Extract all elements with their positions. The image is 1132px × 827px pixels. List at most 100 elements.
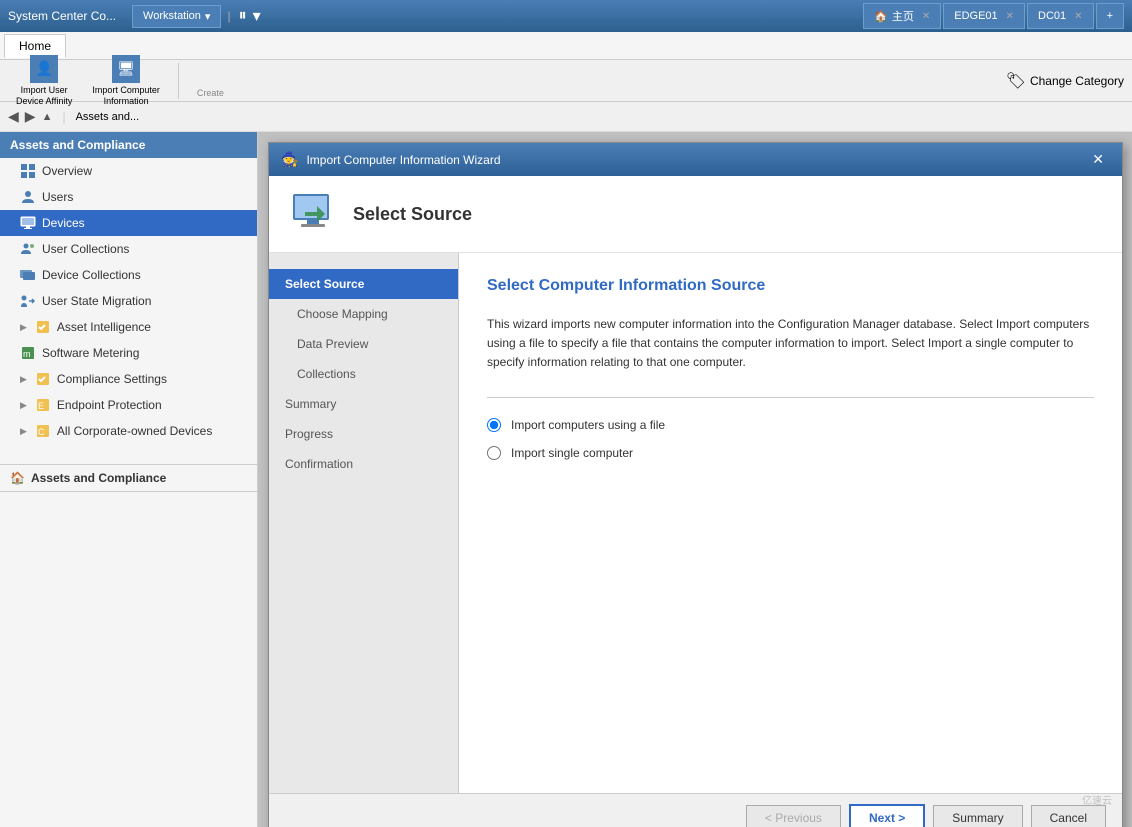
tab-dc01-label: DC01 (1038, 10, 1066, 22)
tab-dc01-close[interactable]: ✕ (1074, 11, 1082, 22)
svg-text:E: E (38, 401, 44, 411)
tab-home-label: 主页 (892, 8, 914, 24)
wizard-nav-select-source[interactable]: Select Source (269, 269, 458, 299)
radio-import-single[interactable]: Import single computer (487, 446, 1094, 460)
wizard-nav-collections[interactable]: Collections (269, 359, 458, 389)
sidebar-item-software-metering[interactable]: m Software Metering (0, 340, 257, 366)
import-computer-btn[interactable]: 🖥 Import ComputerInformation (84, 51, 168, 111)
svg-text:C: C (38, 427, 45, 437)
radio-import-single-label: Import single computer (511, 446, 633, 460)
dialog-body: Select Source Choose Mapping Data Previe… (269, 253, 1122, 793)
import-computer-icon: 🖥 (112, 55, 140, 83)
summary-btn-label: Summary (952, 811, 1003, 825)
sidebar-item-user-state-migration[interactable]: User State Migration (0, 288, 257, 314)
summary-btn[interactable]: Summary (933, 805, 1022, 827)
up-btn[interactable]: ▲ (42, 111, 53, 123)
sidebar-item-compliance-settings-label: Compliance Settings (57, 372, 167, 386)
sidebar-item-device-collections[interactable]: Device Collections (0, 262, 257, 288)
wizard-description: This wizard imports new computer informa… (487, 315, 1094, 373)
cancel-btn[interactable]: Cancel (1031, 805, 1106, 827)
assets-compliance-icon: 🏠 (10, 471, 25, 485)
sidebar-item-software-metering-label: Software Metering (42, 346, 139, 360)
sidebar-item-devices-label: Devices (42, 216, 85, 230)
wizard-nav-summary[interactable]: Summary (269, 389, 458, 419)
radio-import-file-label: Import computers using a file (511, 418, 665, 432)
tab-new[interactable]: + (1096, 3, 1124, 29)
dialog-close-btn[interactable]: ✕ (1086, 149, 1110, 170)
tab-edge01[interactable]: EDGE01 ✕ (943, 3, 1025, 29)
pause-icon[interactable]: ⏸ (239, 7, 247, 25)
dialog-header: Select Source (269, 176, 1122, 253)
expand-icon-compliance: ▶ (20, 374, 27, 385)
wizard-nav-confirmation-label: Confirmation (285, 457, 353, 471)
tab-home[interactable]: 🏠 主页 ✕ (863, 3, 941, 29)
wizard-nav-confirmation[interactable]: Confirmation (269, 449, 458, 479)
tab-dc01[interactable]: DC01 ✕ (1027, 3, 1094, 29)
import-user-icon: 👤 (30, 55, 58, 83)
previous-btn[interactable]: < Previous (746, 805, 841, 827)
next-btn[interactable]: Next > (849, 804, 925, 827)
wizard-nav-summary-label: Summary (285, 397, 336, 411)
sidebar-item-devices[interactable]: Devices (0, 210, 257, 236)
sidebar-item-all-corporate-devices[interactable]: ▶ C All Corporate-owned Devices (0, 418, 257, 444)
software-icon: m (20, 345, 36, 361)
compliance-icon (35, 371, 51, 387)
tab-home-close[interactable]: ✕ (922, 11, 930, 22)
sidebar-item-endpoint-protection[interactable]: ▶ E Endpoint Protection (0, 392, 257, 418)
sidebar-item-asset-intelligence[interactable]: ▶ Asset Intelligence (0, 314, 257, 340)
content-area: 🧙 Import Computer Information Wizard ✕ (258, 132, 1132, 827)
wizard-nav-data-preview[interactable]: Data Preview (269, 329, 458, 359)
main-layout: Assets and Compliance Overview Users Dev… (0, 132, 1132, 827)
forward-btn[interactable]: ▶ (25, 108, 36, 125)
radio-import-file[interactable]: Import computers using a file (487, 418, 1094, 432)
change-category-btn[interactable]: 🏷 Change Category (1006, 71, 1124, 91)
wizard-nav-choose-mapping[interactable]: Choose Mapping (269, 299, 458, 329)
sidebar-bottom-assets-compliance[interactable]: 🏠 Assets and Compliance (0, 465, 257, 492)
sidebar-item-user-state-migration-label: User State Migration (42, 294, 151, 308)
sidebar-item-user-collections[interactable]: User Collections (0, 236, 257, 262)
radio-import-single-input[interactable] (487, 446, 501, 460)
sidebar-header-label: Assets and Compliance (10, 138, 145, 152)
sidebar-item-asset-intelligence-label: Asset Intelligence (57, 320, 151, 334)
wizard-content-title: Select Computer Information Source (487, 277, 1094, 295)
import-computer-label: Import ComputerInformation (92, 85, 160, 107)
next-btn-label: Next > (869, 811, 905, 825)
radio-import-file-input[interactable] (487, 418, 501, 432)
ribbon-toolbar: 👤 Import UserDevice Affinity 🖥 Import Co… (0, 60, 1132, 102)
workstation-dropdown[interactable]: Workstation ▾ (132, 5, 221, 28)
home-tab-bar: Home (0, 32, 1132, 60)
dialog-title-label: Import Computer Information Wizard (306, 153, 500, 167)
wizard-nav-data-preview-label: Data Preview (297, 337, 368, 351)
sidebar-bottom-assets-compliance-label: Assets and Compliance (31, 471, 166, 485)
sidebar-item-users[interactable]: Users (0, 184, 257, 210)
wizard-divider (487, 397, 1094, 398)
dialog-overlay: 🧙 Import Computer Information Wizard ✕ (258, 132, 1132, 827)
sidebar-item-overview[interactable]: Overview (0, 158, 257, 184)
browser-tabs: 🏠 主页 ✕ EDGE01 ✕ DC01 ✕ + (863, 3, 1124, 29)
dialog-footer: < Previous Next > Summary Cancel (269, 793, 1122, 827)
cancel-btn-label: Cancel (1050, 811, 1087, 825)
nav-bar: ◀ ▶ ▲ | Assets and... (0, 102, 1132, 132)
wizard-nav-select-source-label: Select Source (285, 277, 364, 291)
create-section: Create (189, 60, 232, 102)
asset-icon (35, 319, 51, 335)
sidebar-item-users-label: Users (42, 190, 73, 204)
user-icon (20, 189, 36, 205)
create-label: Create (197, 88, 224, 98)
user-collections-icon (20, 241, 36, 257)
import-user-btn[interactable]: 👤 Import UserDevice Affinity (8, 51, 80, 111)
wizard-nav-progress[interactable]: Progress (269, 419, 458, 449)
chevron-icon[interactable]: ▾ (253, 6, 261, 26)
title-tabs: Workstation ▾ | ⏸ ▾ (132, 5, 263, 28)
change-category-icon: 🏷 (1006, 71, 1026, 91)
back-btn[interactable]: ◀ (8, 108, 19, 125)
watermark: 亿速云 (1082, 792, 1112, 807)
radio-group: Import computers using a file Import sin… (487, 418, 1094, 460)
wizard-nav-progress-label: Progress (285, 427, 333, 441)
import-user-label: Import UserDevice Affinity (16, 85, 72, 107)
expand-icon-endpoint: ▶ (20, 400, 27, 411)
overview-icon (20, 163, 36, 179)
endpoint-icon: E (35, 397, 51, 413)
tab-edge01-close[interactable]: ✕ (1006, 11, 1014, 22)
sidebar-item-compliance-settings[interactable]: ▶ Compliance Settings (0, 366, 257, 392)
